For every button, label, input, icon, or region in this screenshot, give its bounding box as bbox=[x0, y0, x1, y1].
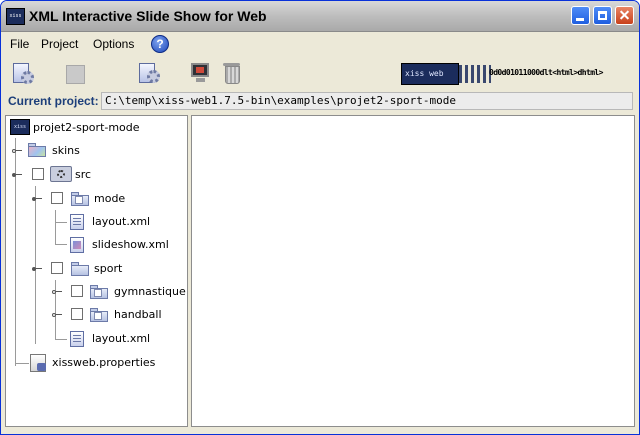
folder-icon bbox=[90, 285, 108, 299]
menu-options[interactable]: Options bbox=[93, 37, 134, 51]
gear-overlay-icon bbox=[21, 71, 34, 84]
collapse-handle-icon[interactable] bbox=[12, 172, 22, 178]
folder-icon bbox=[71, 262, 89, 276]
content-panel[interactable] bbox=[191, 115, 635, 427]
new-project-button[interactable] bbox=[11, 61, 35, 85]
tree-node-mode-slideshow[interactable]: slideshow.xml bbox=[6, 235, 184, 255]
save-project-icon-disabled bbox=[66, 65, 85, 84]
window-title: XML Interactive Slide Show for Web bbox=[29, 8, 267, 24]
tree-node-sport[interactable]: sport bbox=[6, 259, 184, 279]
src-checkbox[interactable] bbox=[32, 168, 44, 180]
minimize-icon bbox=[572, 7, 589, 24]
collapse-handle-icon[interactable] bbox=[32, 266, 42, 272]
banner-pattern bbox=[459, 65, 491, 83]
tree-node-handball[interactable]: handball bbox=[6, 305, 184, 325]
handball-checkbox[interactable] bbox=[71, 308, 83, 320]
title-bar[interactable]: xiss XML Interactive Slide Show for Web bbox=[1, 1, 639, 32]
source-folder-icon bbox=[50, 166, 72, 182]
tree-node-mode[interactable]: mode bbox=[6, 189, 184, 209]
tree-node-label: projet2-sport-mode bbox=[33, 121, 140, 134]
tree-node-root[interactable]: xiss projet2-sport-mode bbox=[8, 118, 186, 138]
xiss-web-banner: xiss web 0d0d01011000dlt<html>dhtml> bbox=[401, 63, 637, 85]
tree-node-label: handball bbox=[114, 308, 162, 321]
sport-checkbox[interactable] bbox=[51, 262, 63, 274]
tree-node-skins[interactable]: skins bbox=[6, 141, 184, 161]
delete-button[interactable] bbox=[220, 61, 244, 85]
slideshow-file-icon bbox=[70, 237, 84, 253]
preview-button[interactable] bbox=[189, 61, 213, 85]
mode-checkbox[interactable] bbox=[51, 192, 63, 204]
expand-handle-icon[interactable] bbox=[52, 289, 62, 295]
folder-icon bbox=[71, 192, 89, 206]
tree-node-label: layout.xml bbox=[92, 215, 151, 228]
xiss-app-icon[interactable]: xiss bbox=[6, 8, 25, 25]
tree-node-label: slideshow.xml bbox=[92, 238, 169, 251]
app-window: xiss XML Interactive Slide Show for Web … bbox=[0, 0, 640, 435]
tree-node-label: src bbox=[75, 168, 92, 181]
maximize-icon bbox=[594, 7, 611, 24]
trash-icon bbox=[225, 66, 240, 84]
monitor-stand bbox=[196, 78, 205, 82]
tree-node-properties[interactable]: xissweb.properties bbox=[6, 353, 184, 373]
banner-code-text: 0d0d01011000dlt<html>dhtml> bbox=[489, 68, 603, 77]
minimize-button[interactable] bbox=[571, 6, 590, 25]
settings-button[interactable] bbox=[137, 61, 161, 85]
project-tree-panel[interactable]: xiss projet2-sport-mode skins src mode l… bbox=[5, 115, 188, 427]
menu-project[interactable]: Project bbox=[41, 37, 78, 51]
expand-handle-icon[interactable] bbox=[12, 148, 22, 154]
xml-file-icon bbox=[70, 331, 84, 347]
tree-node-label: xissweb.properties bbox=[52, 356, 156, 369]
menu-file[interactable]: File bbox=[10, 37, 29, 51]
tree-node-label: gymnastique bbox=[114, 285, 186, 298]
preview-monitor-icon bbox=[191, 63, 209, 77]
folder-icon bbox=[90, 308, 108, 322]
tree-node-gymnastique[interactable]: gymnastique bbox=[6, 282, 186, 302]
tree-node-label: sport bbox=[94, 262, 123, 275]
xml-file-icon bbox=[70, 214, 84, 230]
tree-node-mode-layout[interactable]: layout.xml bbox=[6, 212, 184, 232]
current-project-path-field[interactable]: C:\temp\xiss-web1.7.5-bin\examples\proje… bbox=[101, 92, 633, 110]
gear-icon bbox=[147, 70, 160, 83]
tree-node-src[interactable]: src bbox=[6, 165, 184, 185]
save-project-button[interactable] bbox=[63, 61, 87, 85]
menu-bar: File Project Options bbox=[1, 31, 639, 56]
xiss-web-logo: xiss web bbox=[401, 63, 459, 85]
expand-handle-icon[interactable] bbox=[52, 312, 62, 318]
tree-node-label: skins bbox=[52, 144, 80, 157]
tree-node-sport-layout[interactable]: layout.xml bbox=[6, 329, 184, 349]
tree-node-label: mode bbox=[94, 192, 126, 205]
collapse-handle-icon[interactable] bbox=[32, 196, 42, 202]
help-icon[interactable]: ? bbox=[151, 35, 169, 53]
close-icon bbox=[616, 7, 633, 24]
properties-file-icon bbox=[30, 354, 46, 372]
maximize-button[interactable] bbox=[593, 6, 612, 25]
close-button[interactable] bbox=[615, 6, 634, 25]
gymnastique-checkbox[interactable] bbox=[71, 285, 83, 297]
xiss-project-icon: xiss bbox=[10, 119, 30, 135]
current-project-label: Current project: bbox=[8, 94, 99, 108]
skins-folder-icon bbox=[28, 143, 46, 157]
tree-node-label: layout.xml bbox=[92, 332, 151, 345]
